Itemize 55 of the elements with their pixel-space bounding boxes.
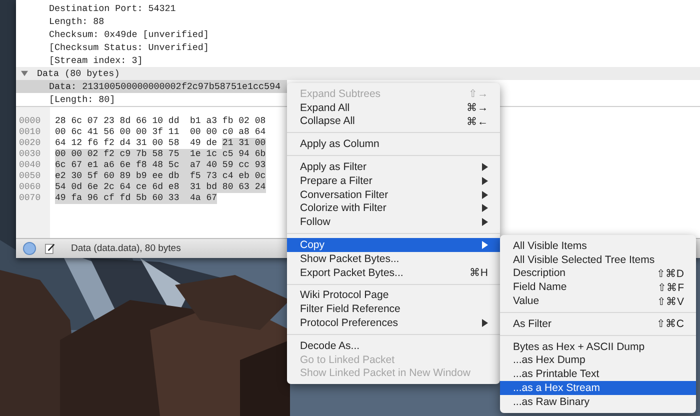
menu-item[interactable]: Prepare a Filter (287, 174, 500, 188)
menu-item[interactable]: ...as Hex Dump (500, 354, 696, 368)
edit-icon[interactable] (45, 243, 55, 254)
menu-item[interactable]: Filter Field Reference (287, 302, 500, 316)
status-text: Data (data.data), 80 bytes (71, 243, 181, 254)
hex-bytes: 00 6c 41 56 00 00 3f 11 00 00 c0 a8 64 (55, 127, 266, 138)
menu-item[interactable]: ...as Printable Text (500, 367, 696, 382)
menu-item[interactable]: Conversation Filter (287, 188, 500, 202)
menu-item[interactable]: Show Packet Bytes... (287, 252, 500, 266)
offset-text: 0040 (18, 160, 42, 171)
menu-item[interactable]: As Filter ⇧⌘C (500, 316, 696, 331)
field-text: Length: 88 (48, 15, 104, 28)
menu-item[interactable]: Value ⇧⌘V (500, 294, 696, 308)
highlighted-hex-bytes: 21 31 00 (222, 138, 266, 149)
offset-text: 0050 (18, 171, 42, 182)
highlighted-hex-bytes: 49 fa 96 cf fd 5b 60 33 4a 67 (55, 193, 218, 204)
menu-item[interactable]: Apply as Filter (287, 160, 500, 174)
offset-text: 0070 (18, 193, 42, 204)
menu-item[interactable]: Description ⇧⌘D (500, 266, 696, 280)
menu-item[interactable]: All Visible Items (500, 239, 696, 253)
menu-item[interactable]: Colorize with Filter (287, 202, 500, 216)
status-circle-icon[interactable] (23, 242, 36, 255)
menu-item[interactable]: Bytes as Hex + ASCII Dump (500, 340, 696, 354)
hex-bytes: 28 6c 07 23 8d 66 10 dd b1 a3 fb 02 08 (55, 116, 266, 127)
menu-item[interactable]: Protocol Preferences (287, 316, 500, 330)
menu-item[interactable]: Export Packet Bytes... ⌘H (287, 266, 500, 280)
field-text: [Stream index: 3] (48, 54, 143, 67)
menu-item[interactable]: Collapse All ⌘← (287, 114, 500, 128)
menu-item[interactable]: All Visible Selected Tree Items (500, 252, 696, 267)
highlighted-hex-bytes: 54 0d 6e 2c 64 ce 6d e8 31 bd 80 63 24 (55, 182, 266, 193)
field-text: Destination Port: 54321 (48, 2, 176, 15)
menu-item[interactable]: ...as Raw Binary (500, 394, 696, 409)
menu-item[interactable]: ...as a Hex Stream (500, 381, 696, 395)
field-text: Checksum: 0x49de [unverified] (48, 28, 209, 41)
tree-row[interactable]: Data (80 bytes) (16, 67, 700, 80)
hex-bytes: 64 12 f6 f2 d4 31 00 58 49 de (55, 138, 218, 149)
menu-item[interactable]: Decode As... (287, 338, 500, 353)
disclosure-triangle-icon[interactable] (21, 70, 28, 77)
menu-item[interactable]: Wiki Protocol Page (287, 288, 500, 302)
tree-row[interactable]: [Length: 80] (16, 93, 287, 106)
offset-text: 0000 (18, 116, 42, 127)
menu-item[interactable]: Copy (287, 238, 500, 252)
offset-text: 0060 (18, 182, 42, 193)
menu-item[interactable]: Expand All ⌘→ (287, 100, 500, 115)
menu-item[interactable]: Follow (287, 215, 500, 230)
highlighted-hex-bytes: 6c 67 e1 a6 6e f8 48 5c a7 40 59 cc 93 (55, 160, 266, 171)
menu-item[interactable]: Apply as Column (287, 137, 500, 152)
offset-text: 0020 (18, 138, 42, 149)
highlighted-hex-bytes: e2 30 5f 60 89 b9 ee db f5 73 c4 eb 0c (55, 171, 266, 182)
field-text: [Checksum Status: Unverified] (48, 41, 209, 54)
highlighted-hex-bytes: 00 00 02 f2 c9 7b 58 75 1e 1c c5 94 6b (55, 149, 266, 160)
tree-row[interactable]: Data: 213100500000000002f2c97b58751e1cc594 (16, 80, 287, 93)
offset-text: 0030 (18, 149, 42, 160)
menu-item[interactable]: Field Name ⇧⌘F (500, 280, 696, 294)
offset-text: 0010 (18, 127, 42, 138)
